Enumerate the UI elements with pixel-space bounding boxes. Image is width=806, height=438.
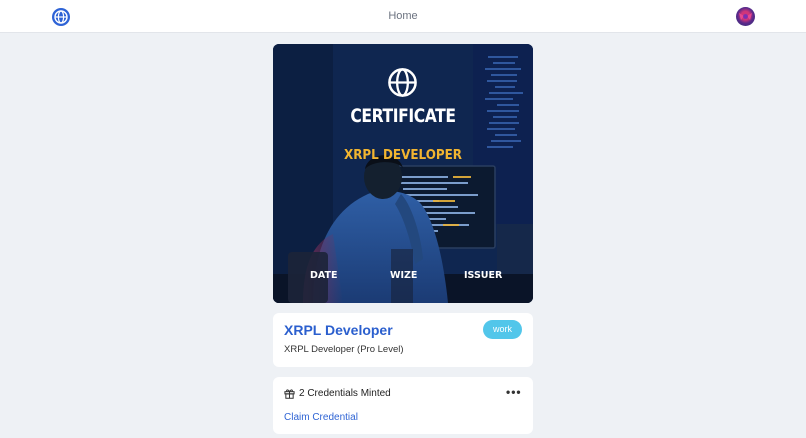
credential-description: XRPL Developer (Pro Level): [284, 344, 404, 355]
gift-icon: [284, 389, 295, 399]
category-badge: work: [483, 320, 522, 339]
certificate-title: CERTIFICATE: [350, 105, 456, 127]
certificate-issuer-name: WIZE: [390, 270, 418, 281]
user-avatar[interactable]: [736, 7, 755, 26]
more-horizontal-icon[interactable]: •••: [506, 385, 522, 399]
top-navbar: Home: [0, 0, 806, 33]
minted-count-text: 2 Credentials Minted: [299, 388, 391, 399]
certificate-date-label: DATE: [310, 270, 338, 281]
credential-details-card: XRPL Developer work XRPL Developer (Pro …: [273, 313, 533, 367]
certificate-image: CERTIFICATE XRPL DEVELOPER DATE WIZE ISS…: [273, 44, 533, 303]
certificate-subtitle: XRPL DEVELOPER: [343, 148, 463, 163]
credential-actions-card: 2 Credentials Minted ••• Claim Credentia…: [273, 377, 533, 434]
minted-count: 2 Credentials Minted: [284, 388, 391, 399]
credential-title: XRPL Developer: [284, 322, 393, 338]
nav-home-link[interactable]: Home: [0, 10, 806, 22]
certificate-issuer-label: ISSUER: [464, 270, 503, 281]
globe-icon: [388, 68, 417, 97]
claim-credential-link[interactable]: Claim Credential: [284, 412, 358, 423]
